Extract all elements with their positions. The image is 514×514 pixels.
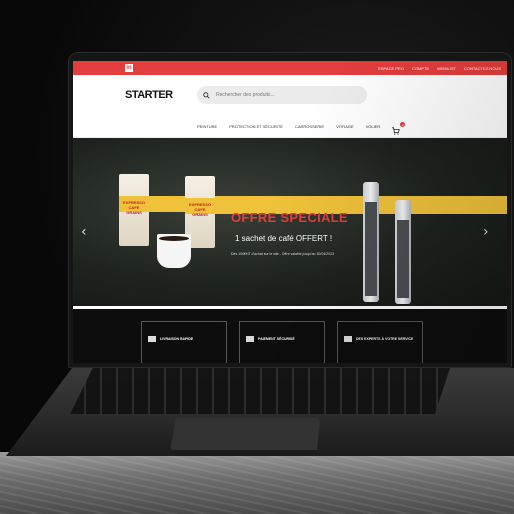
feature-label: DES EXPERTS À VOTRE SERVICE	[356, 337, 414, 341]
coffee-bag-text: EXPRESSO CAFE GRAINS	[188, 202, 211, 217]
search-input[interactable]	[214, 91, 358, 99]
logo-wordmark: STARTER	[125, 88, 173, 101]
laptop-touchpad	[170, 418, 320, 450]
feature-box: DES EXPERTS À VOTRE SERVICE	[337, 321, 423, 363]
hero-subtitle: 1 sachet de café OFFERT !	[235, 234, 333, 243]
linkedin-icon[interactable]: in	[125, 64, 133, 72]
card-icon	[246, 336, 254, 342]
feature-box: PAIEMENT SÉCURISÉ	[239, 321, 325, 363]
chevron-right-icon[interactable]: ›	[483, 224, 489, 240]
nav-item-peinture[interactable]: PEINTURE	[197, 124, 217, 129]
top-link-wishlist[interactable]: WISHLIST	[437, 66, 456, 71]
hero-note: Dès 100€HT d'achat sur le site - Offre v…	[231, 252, 334, 256]
site-header: STARTER	[73, 75, 507, 115]
top-link-account[interactable]: COMPTE	[412, 66, 429, 71]
nav-item-protection[interactable]: PROTECTION ET SÉCURITÉ	[229, 124, 283, 129]
top-bar: in ESPACE PRO COMPTE WISHLIST CONTACTEZ-…	[73, 61, 507, 75]
main-nav: PEINTURE PROTECTION ET SÉCURITÉ CARROSSE…	[73, 115, 507, 138]
search-icon[interactable]	[203, 91, 210, 99]
hero-title: OFFRE SPECIALE	[231, 210, 348, 225]
chevron-left-icon[interactable]: ‹	[81, 224, 87, 240]
coffee-bag-text: EXPRESSO CAFE GRAINS	[122, 200, 145, 215]
cart-count-badge: 0	[400, 122, 406, 127]
nav-item-volier[interactable]: VOLIER	[366, 124, 381, 129]
coffee-cup	[157, 234, 191, 268]
features-band: LIVRAISON RAPIDE PAIEMENT SÉCURISÉ DES E…	[73, 309, 507, 363]
truck-icon	[148, 336, 156, 342]
nav-item-carrosserie[interactable]: CARROSSERIE	[295, 124, 324, 129]
coffee-bag-left: EXPRESSO CAFE GRAINS	[119, 174, 507, 246]
feature-label: PAIEMENT SÉCURISÉ	[258, 337, 295, 341]
feature-label: LIVRAISON RAPIDE	[160, 337, 194, 341]
top-links: ESPACE PRO COMPTE WISHLIST CONTACTEZ-NOU…	[378, 66, 501, 71]
feature-box: LIVRAISON RAPIDE	[141, 321, 227, 363]
hero-slider: ‹ EXPRESSO CAFE GRAINS EXPRESSO CAFE GRA…	[73, 138, 507, 306]
search-bar	[197, 86, 367, 104]
top-link-pro[interactable]: ESPACE PRO	[378, 66, 404, 71]
site-logo[interactable]: STARTER	[125, 88, 173, 101]
top-link-contact[interactable]: CONTACTEZ-NOUS	[464, 66, 501, 71]
expert-icon	[344, 336, 352, 342]
sealant-tube-left	[363, 182, 379, 302]
cart-icon[interactable]: 0	[392, 122, 406, 135]
laptop-keyboard	[70, 368, 450, 414]
sealant-tube-right	[395, 200, 411, 304]
concrete-block	[0, 452, 514, 514]
laptop-screen: in ESPACE PRO COMPTE WISHLIST CONTACTEZ-…	[73, 61, 507, 363]
nav-item-vitrage[interactable]: VITRAGE	[336, 124, 354, 129]
